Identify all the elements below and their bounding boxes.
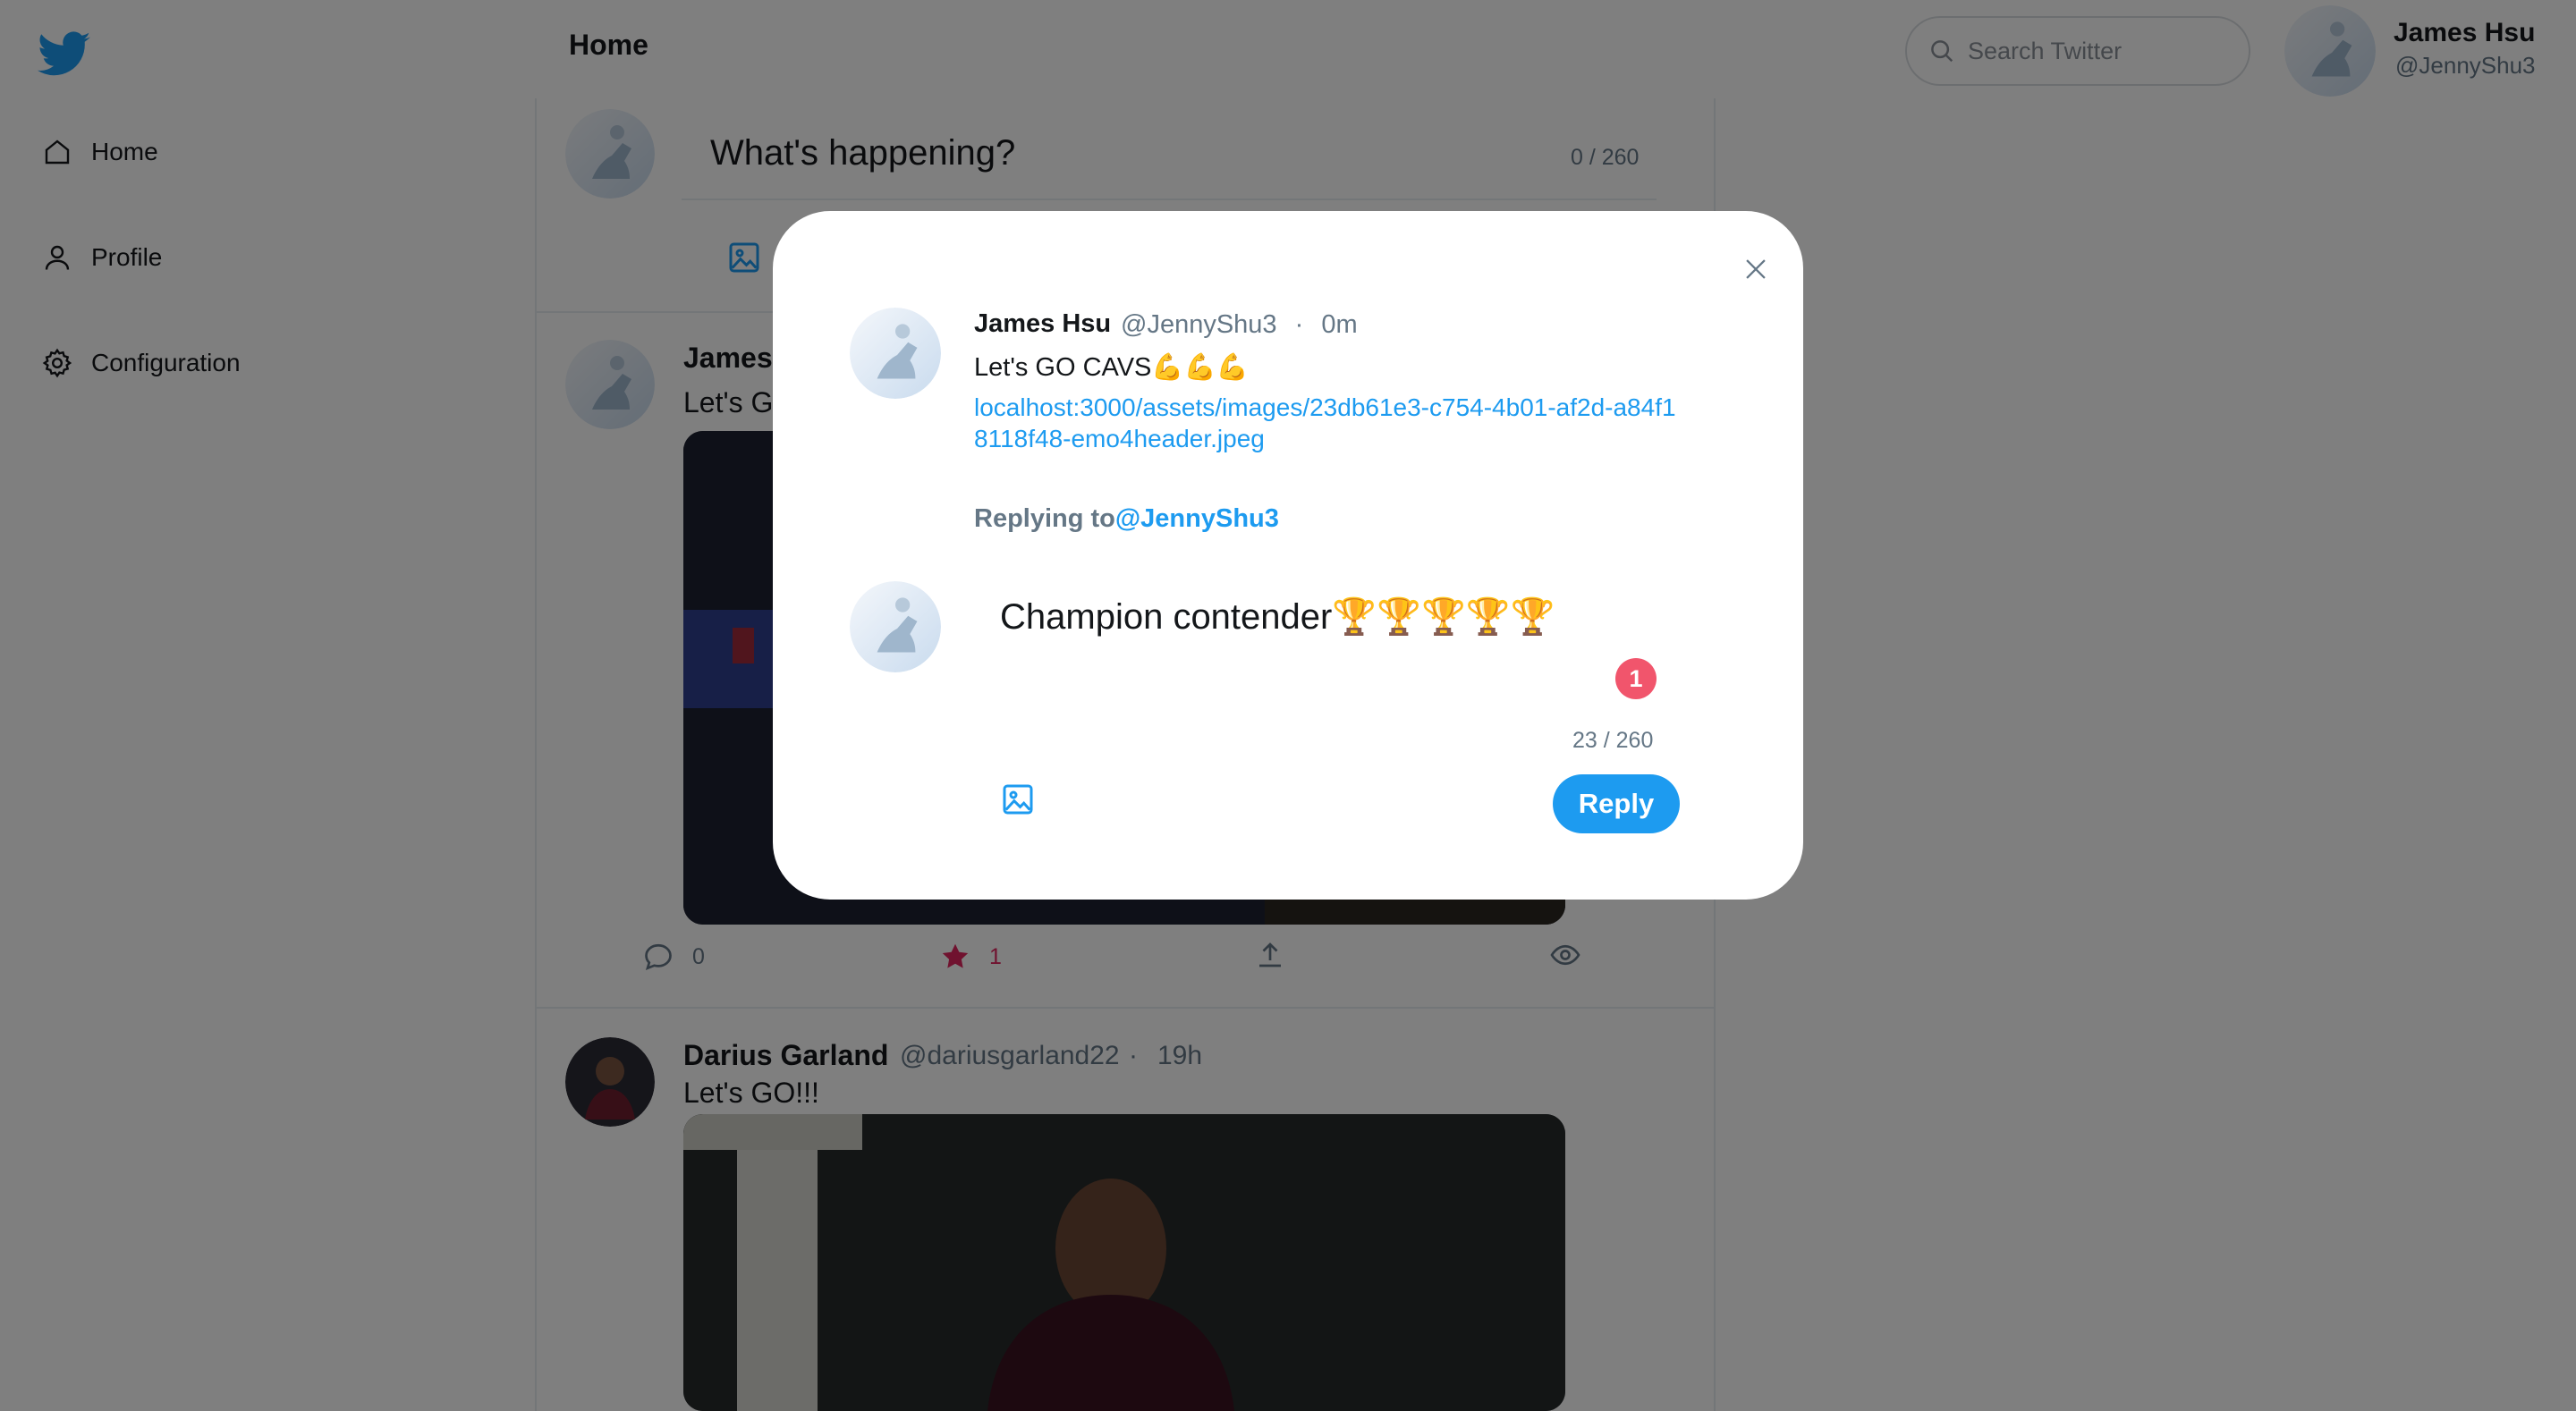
close-icon[interactable] <box>1741 254 1771 284</box>
notification-badge: 1 <box>1615 658 1657 699</box>
image-upload-icon[interactable] <box>1000 782 1036 817</box>
original-tweet-meta: @JennyShu3 · 0m <box>1121 310 1358 340</box>
replying-to-text: Replying to <box>974 504 1115 533</box>
original-tweet-author-name: James Hsu <box>974 309 1112 338</box>
reply-button[interactable]: Reply <box>1553 774 1680 833</box>
original-tweet-image-link[interactable]: localhost:3000/assets/images/23db61e3-c7… <box>974 392 1681 454</box>
reply-char-counter: 23 / 260 <box>1572 728 1654 753</box>
original-tweet-avatar <box>850 308 941 399</box>
original-tweet-text: Let's GO CAVS💪💪💪 <box>974 353 1249 382</box>
reply-author-avatar <box>850 581 941 672</box>
original-tweet-handle: @JennyShu3 <box>1121 310 1277 339</box>
reply-textarea[interactable]: Champion contender🏆🏆🏆🏆🏆 <box>1000 596 1555 638</box>
replying-to-label: Replying to@JennyShu3 <box>974 504 1279 534</box>
original-tweet-time: 0m <box>1321 310 1358 339</box>
replying-to-handle[interactable]: @JennyShu3 <box>1115 504 1279 533</box>
meta-separator: · <box>1294 310 1304 339</box>
